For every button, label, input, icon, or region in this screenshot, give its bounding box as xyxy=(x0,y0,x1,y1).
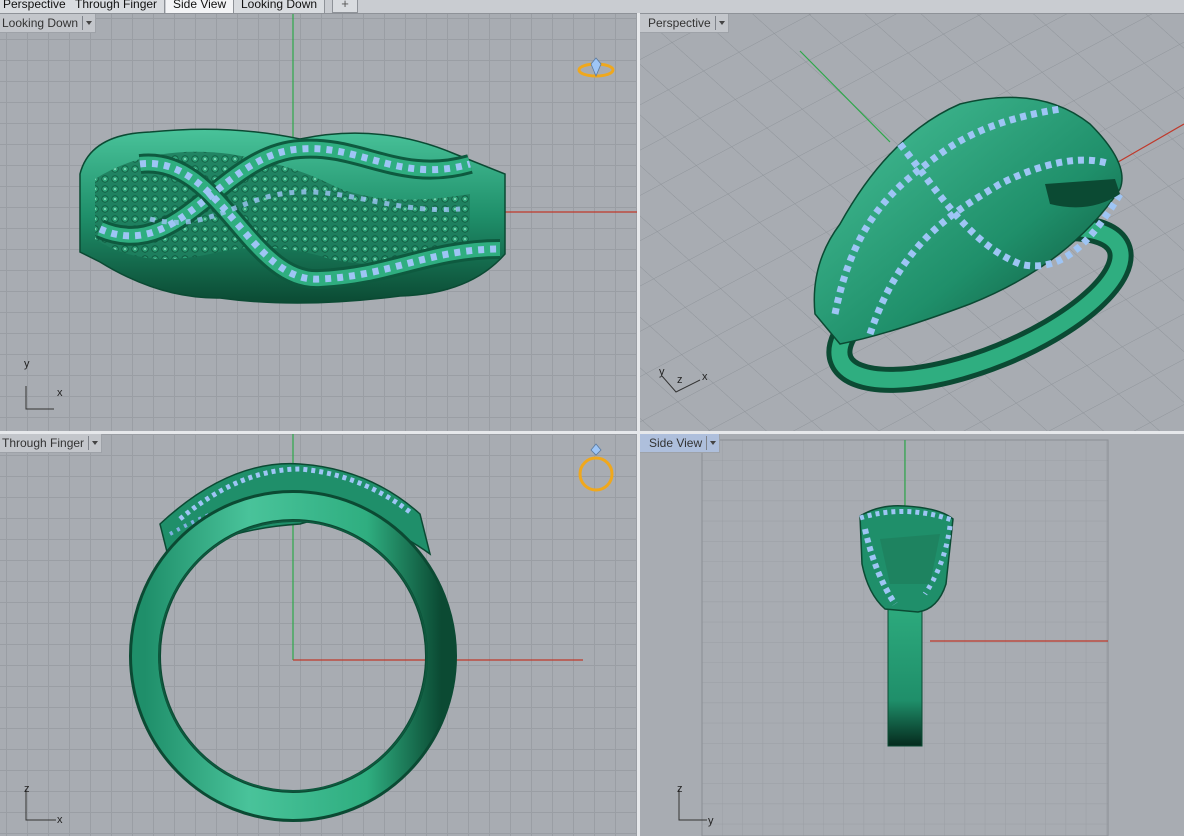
axis-label-z: z xyxy=(677,783,683,795)
ring-preview-icon xyxy=(577,57,615,78)
side-view-canvas xyxy=(678,439,1109,836)
add-tab-button[interactable]: + xyxy=(332,0,358,13)
axis-label-x: x xyxy=(57,387,63,399)
viewport-looking-down[interactable]: Looking Down y x xyxy=(0,14,637,431)
ring-shank-side xyxy=(887,593,923,747)
axis-label-y: y xyxy=(708,815,714,827)
tab-through-finger[interactable]: Through Finger xyxy=(68,0,166,13)
viewport-perspective[interactable]: Perspective y x z xyxy=(640,14,1184,431)
viewport-through-finger[interactable]: Through Finger z x xyxy=(0,434,637,836)
axis-label-x: x xyxy=(57,814,63,826)
chevron-down-icon[interactable] xyxy=(82,15,95,30)
axis-label-z: z xyxy=(677,374,683,386)
perspective-canvas xyxy=(640,14,1184,431)
viewport-title-side-view[interactable]: Side View xyxy=(640,434,721,453)
ring-preview-icon xyxy=(578,443,614,492)
axis-label-x: x xyxy=(702,371,708,383)
viewport-title-text: Perspective xyxy=(648,16,711,30)
looking-down-canvas xyxy=(25,14,637,410)
viewport-title-perspective[interactable]: Perspective xyxy=(640,14,729,33)
chevron-down-icon[interactable] xyxy=(706,435,719,450)
through-finger-canvas xyxy=(25,434,614,822)
tab-looking-down[interactable]: Looking Down xyxy=(234,0,326,13)
viewport-title-looking-down[interactable]: Looking Down xyxy=(0,14,97,33)
axis-label-y: y xyxy=(659,366,665,378)
tab-side-view[interactable]: Side View xyxy=(166,0,235,13)
viewport-side-view[interactable]: Side View z y xyxy=(640,434,1184,836)
viewport-tab-bar: Perspective Through Finger Side View Loo… xyxy=(0,0,1184,14)
plus-icon: + xyxy=(341,0,349,11)
chevron-down-icon[interactable] xyxy=(88,435,101,450)
axis-label-y: y xyxy=(24,358,30,370)
viewport-title-through-finger[interactable]: Through Finger xyxy=(0,434,103,453)
chevron-down-icon[interactable] xyxy=(714,15,728,30)
viewport-title-text: Side View xyxy=(649,436,703,450)
viewport-title-text: Through Finger xyxy=(2,436,85,450)
tab-perspective[interactable]: Perspective xyxy=(0,0,74,13)
axis-label-z: z xyxy=(24,783,30,795)
viewport-title-text: Looking Down xyxy=(2,16,79,30)
